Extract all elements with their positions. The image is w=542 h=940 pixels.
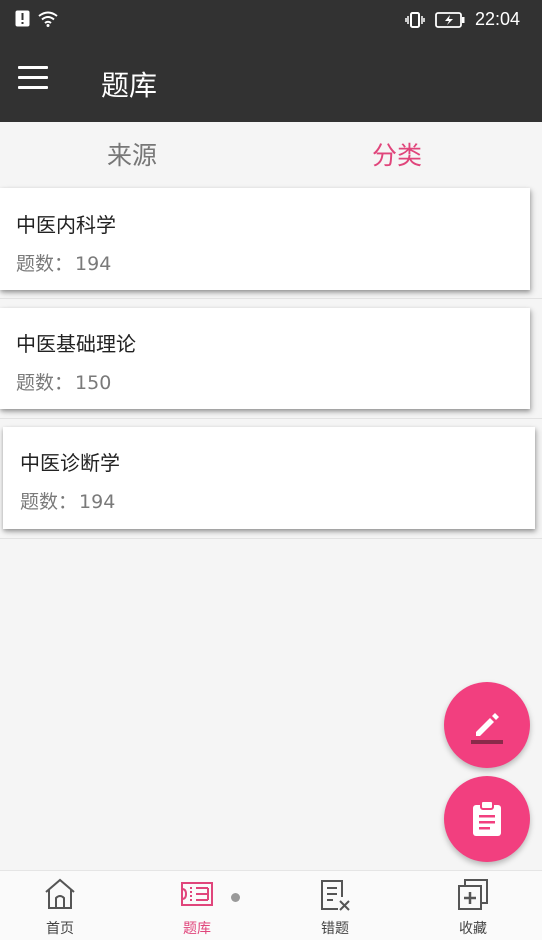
card-title: 中医基础理论 [16, 332, 136, 356]
nav-label-question-bank: 题库 [183, 921, 211, 937]
nav-favorites[interactable]: 收藏 [428, 871, 518, 940]
nav-label-favorites: 收藏 [459, 921, 487, 937]
page-title: 题库 [101, 69, 158, 102]
question-bank-icon [181, 882, 213, 906]
menu-icon-line [18, 76, 48, 79]
bottom-navigation: 首页 题库 错题 收藏 [0, 870, 542, 940]
card-count-label: 题数： [16, 372, 74, 394]
divider [0, 538, 542, 539]
card-title: 中医诊断学 [20, 451, 120, 475]
tab-bar: 来源 分类 [0, 122, 542, 184]
nav-question-bank[interactable]: 题库 [152, 871, 242, 940]
card-count: 题数： 194 [20, 487, 115, 514]
card-count-value: 194 [75, 253, 112, 275]
pencil-icon [471, 713, 503, 744]
category-card-3[interactable]: 中医诊断学 题数： 194 [3, 427, 535, 529]
status-right-icons: 22:04 [405, 9, 520, 30]
home-icon [45, 878, 75, 909]
vibrate-icon [405, 11, 425, 28]
category-card-1[interactable]: 中医内科学 题数： 194 [0, 188, 530, 290]
card-title: 中医内科学 [16, 213, 116, 237]
nav-wrong-questions[interactable]: 错题 [290, 871, 380, 940]
divider [0, 298, 542, 299]
status-left-icons [15, 10, 58, 27]
divider [0, 418, 542, 419]
nav-label-wrong-questions: 错题 [321, 921, 349, 937]
card-count-value: 194 [79, 491, 116, 513]
menu-icon-line [18, 66, 48, 69]
card-count-label: 题数： [20, 491, 78, 513]
card-count-value: 150 [75, 372, 112, 394]
nav-label-home: 首页 [46, 921, 74, 937]
tab-category[interactable]: 分类 [372, 136, 422, 172]
clipboard-fab-button[interactable] [444, 776, 530, 862]
card-count-label: 题数： [16, 253, 74, 275]
tab-source[interactable]: 来源 [107, 136, 157, 172]
wifi-icon [38, 11, 58, 27]
menu-button[interactable] [18, 66, 48, 98]
menu-icon-line [18, 86, 48, 89]
app-bar: 题库 [0, 42, 542, 122]
clipboard-icon [473, 800, 501, 836]
battery-charging-icon [435, 11, 465, 28]
notification-alert-icon [15, 10, 30, 27]
nav-home[interactable]: 首页 [15, 871, 105, 940]
wrong-questions-icon [321, 880, 350, 911]
favorites-icon [458, 879, 488, 910]
card-count: 题数： 194 [16, 249, 111, 276]
status-time: 22:04 [474, 9, 520, 29]
status-bar: 22:04 [0, 0, 542, 42]
nav-indicator-dot [231, 893, 240, 902]
category-card-2[interactable]: 中医基础理论 题数： 150 [0, 308, 530, 409]
card-count: 题数： 150 [16, 368, 111, 395]
edit-fab-button[interactable] [444, 682, 530, 768]
